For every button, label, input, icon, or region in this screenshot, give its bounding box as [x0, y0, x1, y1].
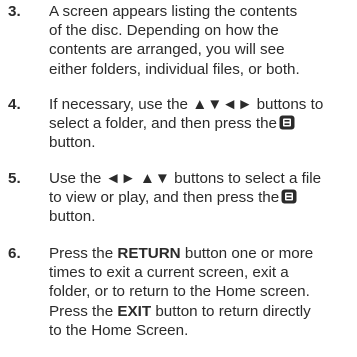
step-line: times to exit a current screen, exit a: [49, 264, 289, 282]
step-line: to the Home Screen.: [49, 321, 189, 339]
step-line: folder, or to return to the Home screen.: [49, 283, 310, 301]
step-number: 4.: [8, 96, 21, 113]
step-line: A screen appears listing the contents: [49, 3, 298, 20]
instruction-document: 3. A screen appears listing the contents…: [0, 0, 357, 357]
return-button-label: RETURN: [117, 245, 181, 262]
step-number: 5.: [8, 170, 21, 187]
step-line: to view or play, and then press the: [49, 188, 354, 207]
step-line: button.: [49, 134, 96, 152]
step-text: If necessary, use the ▲▼◄► buttons to se…: [49, 95, 354, 153]
step-line-text: to view or play, and then press the: [49, 189, 280, 207]
step-number: 6.: [8, 245, 21, 262]
step-line: of the disc. Depending on how the: [49, 22, 279, 40]
step-line: contents are arranged, you will see: [49, 41, 285, 59]
step-line-text: select a folder, and then press the: [49, 115, 277, 133]
step-line-text: button to return directly: [151, 302, 311, 320]
step-line-text: Press the: [49, 302, 118, 320]
step-line: If necessary, use the ▲▼◄► buttons to: [49, 96, 324, 113]
enter-button-icon: [279, 115, 295, 130]
step-text: Use the ◄► ▲▼ buttons to select a file t…: [49, 169, 354, 227]
step-text: Press the RETURN button one or more time…: [49, 244, 354, 340]
step-line: Press the EXIT button to return directly: [49, 302, 354, 321]
step-line: Press the RETURN button one or more: [49, 244, 354, 263]
step-line: select a folder, and then press the: [49, 114, 354, 133]
step-number: 3.: [8, 3, 21, 20]
step-line: either folders, individual files, or bot…: [49, 60, 300, 78]
enter-button-icon: [281, 189, 297, 204]
step-text: A screen appears listing the contents of…: [49, 2, 354, 79]
step-line: button.: [49, 208, 96, 226]
step-line-text: Press the: [49, 245, 118, 262]
step-line: Use the ◄► ▲▼ buttons to select a file: [49, 170, 322, 187]
step-line-text: button one or more: [180, 245, 314, 262]
exit-button-label: EXIT: [117, 302, 152, 320]
